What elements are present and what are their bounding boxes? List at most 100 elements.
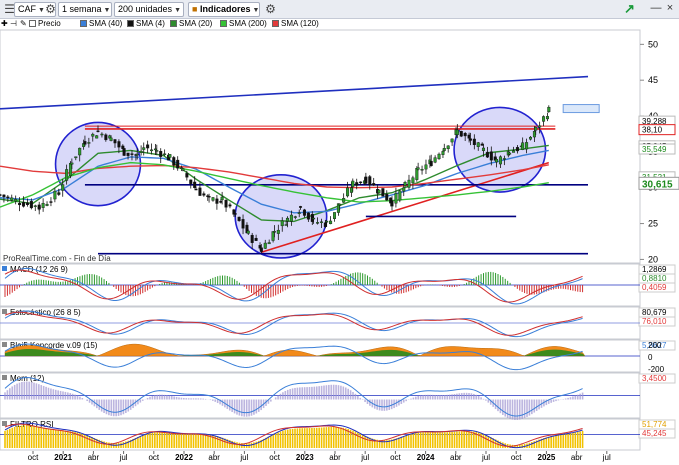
candle-up <box>502 158 506 160</box>
candle-down <box>302 209 306 216</box>
chevron-down-icon: ▼ <box>174 7 181 14</box>
units-label: 200 unidades <box>118 4 173 14</box>
candle-down <box>468 138 472 141</box>
candle-up <box>61 184 65 191</box>
candle-up <box>338 203 342 206</box>
candle-up <box>325 220 329 223</box>
candle-up <box>163 153 167 156</box>
candle-up <box>508 152 512 155</box>
candle-down <box>306 212 310 220</box>
candle-down <box>185 173 189 178</box>
legend-label: SMA (4) <box>136 19 165 28</box>
panel-icon <box>2 342 7 347</box>
candle-down <box>485 151 489 158</box>
candle-down <box>117 141 121 148</box>
candle-up <box>416 167 420 170</box>
candle-up <box>498 156 502 165</box>
candle-up <box>91 133 95 137</box>
candle-down <box>472 138 476 146</box>
candle-up <box>276 229 280 234</box>
candle-down <box>372 183 376 186</box>
candle-up <box>442 148 446 151</box>
time-tick-label: jul <box>360 453 369 462</box>
candle-down <box>194 188 198 191</box>
candle-up <box>41 202 45 208</box>
candle-down <box>176 159 180 169</box>
candle-down <box>381 188 385 197</box>
pencil-icon[interactable]: ✎ <box>20 19 27 29</box>
panel-value: 80,679 <box>642 308 667 317</box>
panel-tick-label: 0 <box>648 353 653 362</box>
time-tick-label: oct <box>269 453 280 462</box>
candle-up <box>316 222 320 224</box>
candle-down <box>49 201 53 203</box>
candle-down <box>368 176 372 186</box>
candle-up <box>525 142 529 150</box>
chart-canvas: 2025303540455039,28838,1035,84535,54931,… <box>0 29 679 462</box>
candle-down <box>515 147 519 152</box>
candle-up <box>181 168 185 171</box>
candle-down <box>207 196 211 198</box>
candle-down <box>198 187 202 196</box>
candle-down <box>96 130 100 133</box>
legend-label: SMA (20) <box>179 19 213 28</box>
candle-up <box>407 179 411 188</box>
precio-swatch <box>29 20 36 27</box>
indicator-legend: ✚ ⊣ ✎ Precio SMA (40) SMA (4) SMA (20) S… <box>0 19 679 29</box>
candle-up <box>411 177 415 184</box>
time-tick-label: abr <box>450 453 462 462</box>
time-tick-label: 2021 <box>54 453 72 462</box>
time-tick-label: 2022 <box>175 453 193 462</box>
legend-item-sma-20: SMA (20) <box>170 19 212 29</box>
candle-down <box>37 204 41 210</box>
candle-up <box>495 158 499 163</box>
candle-up <box>87 142 91 144</box>
candle-down <box>228 204 232 207</box>
candle-up <box>394 193 398 204</box>
sma-40-swatch <box>80 20 87 27</box>
close-icon[interactable]: × <box>663 1 677 15</box>
chevron-down-icon: ▼ <box>252 7 260 14</box>
candle-up <box>150 149 154 152</box>
candle-down <box>385 193 389 201</box>
candle-up <box>263 242 267 249</box>
candle-up <box>78 147 82 156</box>
candle-up <box>437 153 441 160</box>
time-tick-label: oct <box>511 453 522 462</box>
candle-down <box>459 130 463 137</box>
candle-up <box>168 154 172 158</box>
gear-icon[interactable]: ⚙ <box>42 1 59 18</box>
candle-up <box>441 151 445 155</box>
candle-down <box>146 144 150 149</box>
sma-120-swatch <box>272 20 279 27</box>
candle-down <box>29 201 33 209</box>
candle-up <box>329 220 333 225</box>
candle-up <box>135 153 139 156</box>
candle-down <box>359 181 363 184</box>
time-tick-label: jul <box>239 453 248 462</box>
price-tick-label: 25 <box>648 219 658 229</box>
minimize-icon[interactable]: — <box>649 1 663 15</box>
price-label: 35,549 <box>642 145 667 154</box>
candle-up <box>74 156 78 159</box>
candle-up <box>267 242 271 245</box>
candle-up <box>545 116 549 120</box>
time-tick-label: abr <box>329 453 341 462</box>
units-selector[interactable]: 200 unidades ▼ <box>114 2 184 17</box>
legend-label: SMA (200) <box>229 19 267 28</box>
candle-down <box>241 219 245 229</box>
candle-down <box>104 134 108 141</box>
settings-gear-icon[interactable]: ⚙ <box>262 1 279 18</box>
price-label: 38,10 <box>642 126 663 135</box>
period-selector[interactable]: 1 semana ▼ <box>58 2 112 17</box>
price-tick-label: 20 <box>648 254 658 264</box>
vertical-line-icon[interactable]: ⊣ <box>10 19 17 29</box>
indicators-button[interactable]: ■ Indicadores ▼ <box>188 2 260 17</box>
candle-up <box>142 147 146 150</box>
crosshair-icon[interactable]: ✚ <box>1 19 8 29</box>
candle-up <box>319 221 323 223</box>
symbol-label: CAF <box>18 4 36 14</box>
candle-down <box>202 193 206 196</box>
candle-up <box>272 231 276 233</box>
candle-down <box>237 216 241 222</box>
